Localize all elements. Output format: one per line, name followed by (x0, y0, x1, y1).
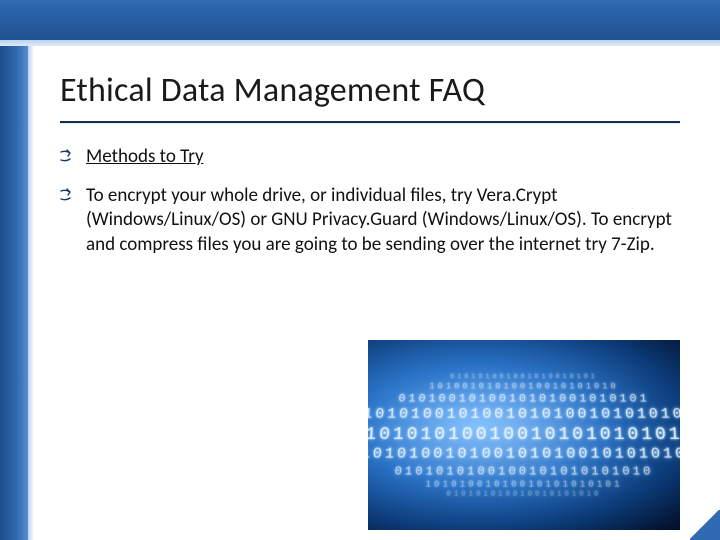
binary-background: 010101001001010010101 101001010100100101… (368, 340, 680, 530)
subhead-text: Methods to Try (86, 145, 204, 168)
binary-row: 0101010100100101010101010 (368, 464, 680, 479)
left-accent-bar (0, 0, 28, 540)
body-text: To encrypt your whole drive, or individu… (86, 184, 680, 257)
binary-row: 010101001001010010101 (368, 374, 680, 382)
bullet-subhead: Methods to Try (60, 145, 680, 168)
arrow-icon (60, 149, 76, 163)
decorative-image: 010101001001010010101 101001010100100101… (368, 340, 680, 530)
slide-frame: Ethical Data Management FAQ Methods to T… (0, 0, 720, 540)
binary-row: 10100101010010010101010 (368, 382, 680, 392)
binary-row: 101010010100101010010101010 (368, 406, 680, 424)
bullet-body: To encrypt your whole drive, or individu… (60, 184, 680, 257)
binary-row: 01010101010010010101010101010 (368, 424, 680, 446)
title-underline (60, 121, 680, 123)
binary-row: 101010010100101010010101010 (368, 446, 680, 464)
binary-row: 0101001010010101001010101 (368, 392, 680, 406)
binary-row: 010101010010010101010 (368, 491, 680, 500)
page-title: Ethical Data Management FAQ (60, 70, 680, 111)
top-accent-bar (0, 0, 720, 46)
corner-accent (690, 510, 720, 540)
arrow-icon (60, 188, 76, 202)
binary-rows: 010101001001010010101 101001010100100101… (368, 374, 680, 500)
binary-row: 10101001010010101010101 (368, 479, 680, 490)
